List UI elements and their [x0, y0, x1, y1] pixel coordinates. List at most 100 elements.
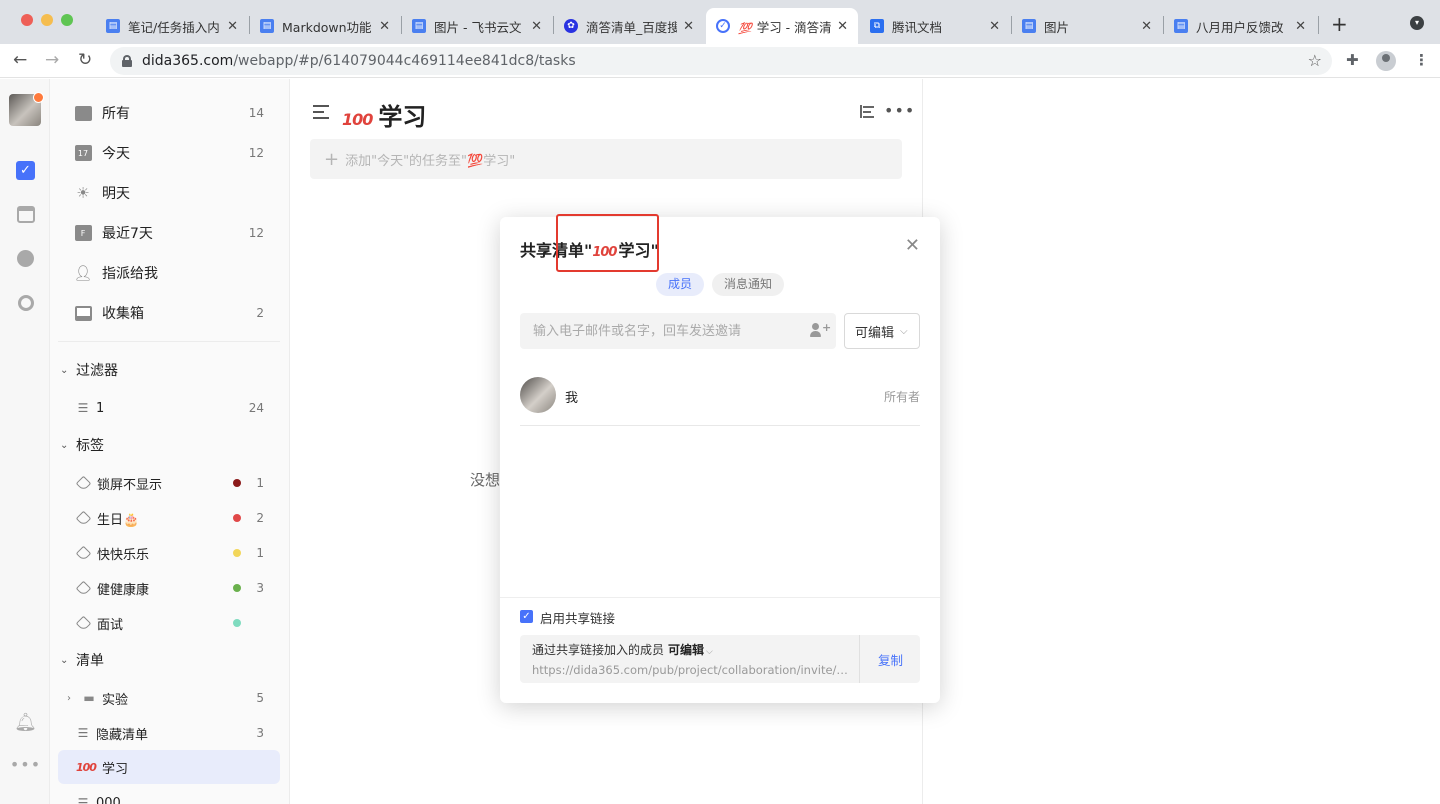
more-dots-icon[interactable]: ••• [10, 755, 40, 774]
enable-share-link-checkbox[interactable]: ✓ [520, 610, 533, 623]
lock-icon [122, 55, 132, 67]
sidebar-item-tag[interactable]: 锁屏不显示 1 [58, 466, 280, 500]
add-task-input[interactable]: + 添加"今天"的任务至"💯学习" [310, 139, 902, 179]
invite-input[interactable] [520, 313, 836, 349]
tag-color-dot [233, 549, 241, 557]
chevron-down-icon: ⌄ [60, 654, 69, 666]
link-permission-select[interactable]: 通过共享链接加入的成员 可编辑 ⌵ [532, 641, 713, 658]
tomorrow-icon: ☀︎ [76, 184, 90, 202]
chevron-right-icon: › [67, 692, 71, 704]
close-icon[interactable]: ✕ [683, 19, 694, 34]
bookmark-star-icon[interactable]: ☆ [1308, 51, 1322, 70]
close-icon[interactable]: ✕ [1295, 19, 1306, 34]
tag-color-dot [233, 584, 241, 592]
back-icon[interactable]: ← [13, 50, 27, 70]
empty-state-text: 没想 [470, 471, 501, 489]
tasks-checkbox-icon[interactable]: ✓ [16, 161, 35, 180]
browser-tab[interactable]: ✿ 滴答清单_百度搜 ✕ [554, 8, 704, 44]
close-icon[interactable]: ✕ [531, 19, 542, 34]
chevron-down-icon: ⌄ [60, 364, 69, 376]
address-bar[interactable]: dida365.com/webapp/#p/614079044c469114ee… [110, 47, 1332, 75]
tag-icon [75, 615, 92, 631]
search-icon[interactable] [16, 293, 35, 312]
tag-color-dot [233, 479, 241, 487]
highlight-annotation-box [556, 214, 659, 272]
pomodoro-clock-icon[interactable] [16, 249, 35, 268]
close-icon[interactable]: ✕ [379, 19, 390, 34]
sidebar-item-assigned[interactable]: 👤︎ 指派给我 [58, 255, 280, 291]
tab-members[interactable]: 成员 [656, 273, 705, 296]
reload-icon[interactable]: ↻ [78, 50, 92, 70]
sidebar-item-study[interactable]: 100 学习 [58, 750, 280, 784]
share-link-box: 通过共享链接加入的成员 可编辑 ⌵ https://dida365.com/pub/… [520, 635, 920, 683]
browser-tab-active[interactable]: ✓ 💯 学习 - 滴答清 ✕ [706, 8, 858, 44]
forward-icon[interactable]: → [45, 50, 59, 70]
permission-select[interactable]: 可编辑 ⌵ [844, 313, 920, 349]
tab-notifications[interactable]: 消息通知 [712, 273, 785, 296]
section-tags[interactable]: ⌄ 标签 [58, 430, 280, 460]
sidebar-item-all[interactable]: 所有 14 [58, 95, 280, 131]
window-zoom-button[interactable] [61, 14, 73, 26]
sidebar-item-next7days[interactable]: F 最近7天 12 [58, 215, 280, 251]
next7days-icon: F [74, 224, 92, 242]
notification-bell-icon[interactable]: 🔔︎ [14, 712, 37, 733]
browser-tab[interactable]: ▤ Markdown功能 ✕ [250, 8, 400, 44]
list-title: 100 学习 [342, 103, 427, 131]
sidebar: 所有 14 17 今天 12 ☀︎ 明天 F 最近7天 12 👤︎ 指派给我 收… [50, 79, 290, 804]
new-tab-icon[interactable]: + [1331, 12, 1348, 36]
browser-menu-icon[interactable]: ⋮ [1414, 51, 1429, 69]
doc-icon: ▤ [260, 19, 274, 33]
share-list-dialog: 共享清单"100学习" ✕ 成员 消息通知 + 可编辑 ⌵ 我 所有者 ✓ 启用… [500, 214, 940, 703]
sidebar-item-tag[interactable]: 健健康康 3 [58, 571, 280, 605]
doc-icon: ▤ [1022, 19, 1036, 33]
sidebar-item-tomorrow[interactable]: ☀︎ 明天 [58, 175, 280, 211]
close-icon[interactable]: ✕ [837, 19, 848, 34]
doc-icon: ▤ [106, 19, 120, 33]
dida-icon: ✓ [716, 19, 730, 33]
list-icon: ☰ [77, 796, 89, 804]
profile-avatar-icon[interactable] [1376, 51, 1396, 71]
window-close-button[interactable] [21, 14, 33, 26]
sidebar-item-tag[interactable]: 生日🎂 2 [58, 501, 280, 535]
sidebar-item-list[interactable]: ☰ 隐藏清单 3 [58, 716, 280, 750]
browser-tab[interactable]: ▤ 图片 ✕ [1012, 8, 1162, 44]
baidu-icon: ✿ [564, 19, 578, 33]
tag-icon [75, 545, 92, 561]
chevron-down-icon: ⌵ [706, 647, 713, 657]
sidebar-item-inbox[interactable]: 收集箱 2 [58, 295, 280, 331]
sidebar-item-tag[interactable]: 面试 [58, 606, 280, 640]
sidebar-item-filter[interactable]: ☰ 1 24 [58, 391, 280, 425]
close-icon[interactable]: ✕ [989, 19, 1000, 34]
plus-icon: + [324, 148, 340, 170]
doc-icon: ▤ [412, 19, 426, 33]
extensions-icon[interactable]: ✚ [1346, 51, 1359, 69]
section-filters[interactable]: ⌄ 过滤器 [58, 355, 280, 385]
member-row: 我 所有者 [520, 377, 920, 426]
sidebar-item-tag[interactable]: 快快乐乐 1 [58, 536, 280, 570]
assigned-icon: 👤︎ [73, 264, 93, 282]
more-options-icon[interactable]: ••• [884, 101, 915, 120]
tab-search-icon[interactable]: ▾ [1410, 16, 1424, 30]
folder-icon: ▬ [83, 691, 95, 705]
sidebar-item-today[interactable]: 17 今天 12 [58, 135, 280, 171]
browser-toolbar: ← → ↻ dida365.com/webapp/#p/614079044c46… [0, 44, 1440, 78]
close-icon[interactable]: ✕ [227, 19, 238, 34]
copy-link-button[interactable]: 复制 [878, 650, 903, 669]
calendar-icon[interactable] [16, 205, 35, 224]
section-lists[interactable]: ⌄ 清单 [58, 645, 280, 675]
browser-tab[interactable]: ▤ 笔记/任务插入内 ✕ [96, 8, 248, 44]
window-minimize-button[interactable] [41, 14, 53, 26]
close-icon[interactable]: ✕ [905, 235, 920, 256]
all-icon [74, 104, 92, 122]
tag-icon [75, 475, 92, 491]
browser-tab[interactable]: ▤ 八月用户反馈改 ✕ [1164, 8, 1316, 44]
sidebar-item-folder[interactable]: › ▬ 实验 5 [58, 681, 280, 715]
sort-icon[interactable] [860, 105, 874, 118]
chevron-down-icon: ⌵ [900, 325, 908, 337]
browser-tab[interactable]: ⧉ 腾讯文档 ✕ [860, 8, 1010, 44]
close-icon[interactable]: ✕ [1141, 19, 1152, 34]
sidebar-item-list[interactable]: ☰ 000 [58, 786, 280, 804]
collapse-sidebar-icon[interactable] [313, 105, 329, 119]
browser-tab-bar: ▤ 笔记/任务插入内 ✕ ▤ Markdown功能 ✕ ▤ 图片 - 飞书云文 … [0, 0, 1440, 44]
browser-tab[interactable]: ▤ 图片 - 飞书云文 ✕ [402, 8, 552, 44]
